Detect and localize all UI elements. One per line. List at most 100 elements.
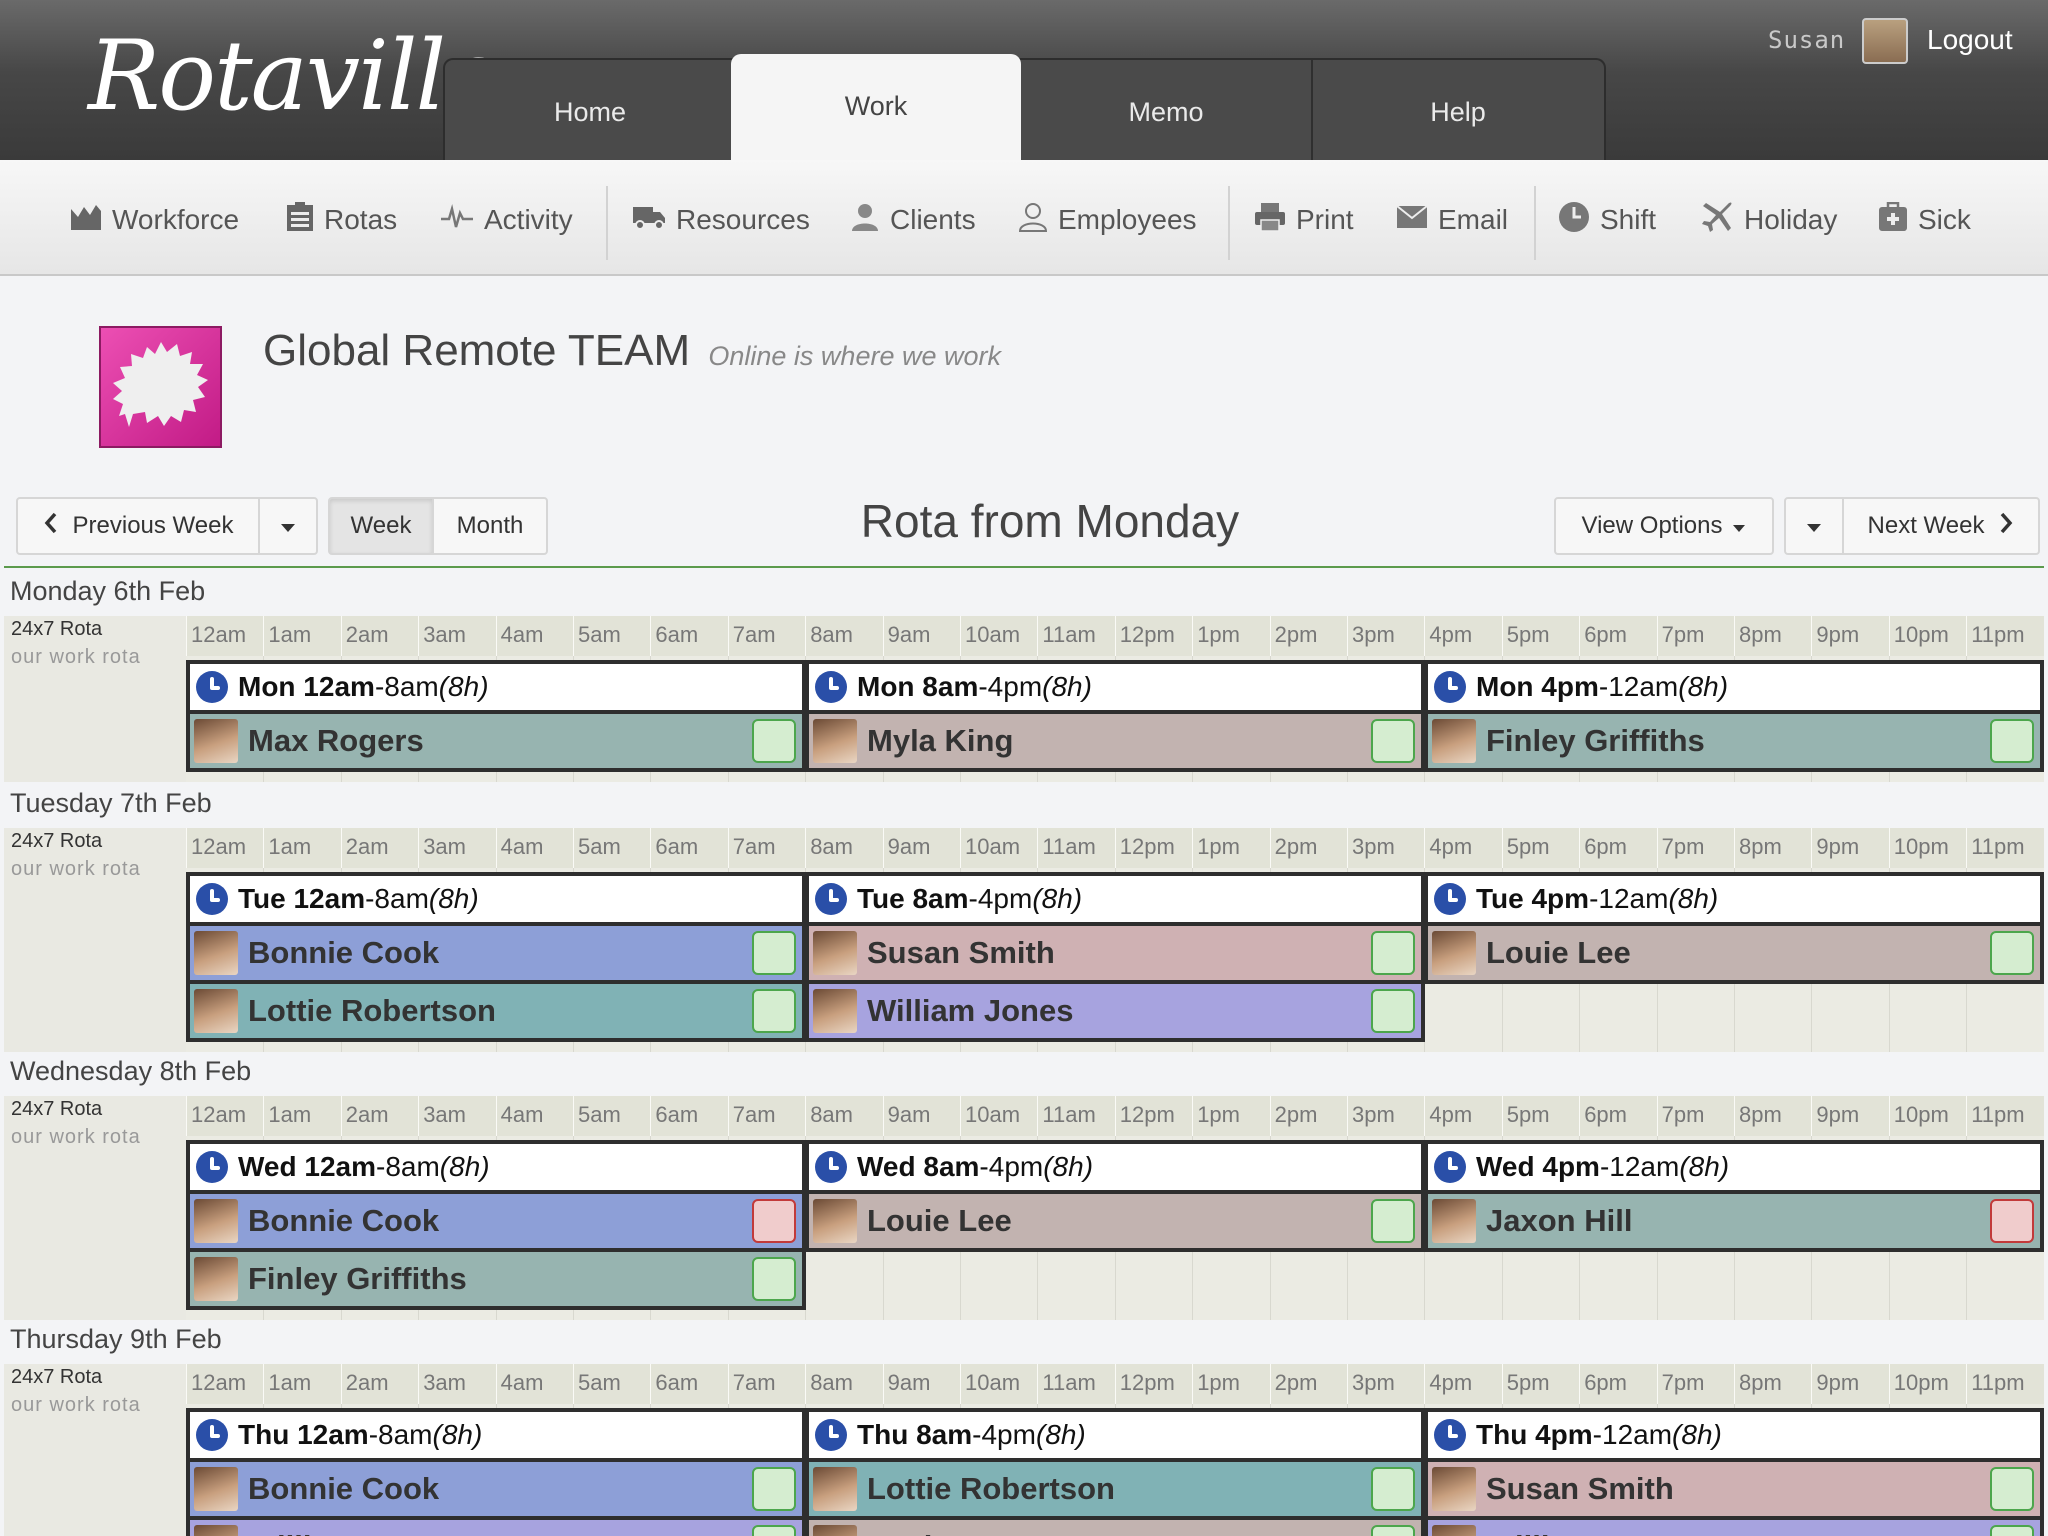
employee-name[interactable]: Jaxon Hill — [1486, 1203, 1632, 1239]
confirm-checkbox[interactable] — [1990, 1467, 2034, 1511]
shift-header[interactable]: Wed 12am -8am (8h) — [190, 1144, 802, 1190]
employee-name[interactable]: William Jones — [248, 1529, 454, 1536]
shift-header[interactable]: Wed 4pm -12am (8h) — [1428, 1144, 2040, 1190]
employee-assignment[interactable]: Lottie Robertson — [809, 1462, 1421, 1516]
confirm-checkbox[interactable] — [1990, 931, 2034, 975]
employee-name[interactable]: William Jones — [867, 993, 1073, 1029]
employee-name[interactable]: Bonnie Cook — [248, 1471, 439, 1507]
employee-name[interactable]: Lottie Robertson — [248, 993, 496, 1029]
logout-link[interactable]: Logout — [1927, 24, 2013, 56]
shift-header[interactable]: Mon 8am -4pm (8h) — [809, 664, 1421, 710]
employee-name[interactable]: Louie Lee — [867, 1529, 1012, 1536]
user-name[interactable]: Susan — [1768, 26, 1845, 54]
employee-assignment[interactable]: Jaxon Hill — [1428, 1194, 2040, 1248]
confirm-checkbox[interactable] — [1371, 719, 1415, 763]
employee-name[interactable]: Bonnie Cook — [248, 935, 439, 971]
shift-card[interactable]: Thu 4pm-12am (8h) Susan Smith William Jone… — [1424, 1408, 2044, 1536]
shift-header[interactable]: Mon 4pm -12am (8h) — [1428, 664, 2040, 710]
confirm-checkbox[interactable] — [1371, 1525, 1415, 1536]
previous-week-button[interactable]: Previous Week — [16, 497, 260, 555]
shift-card[interactable]: Wed 8am -4pm (8h) Louie Lee — [805, 1140, 1425, 1252]
employee-name[interactable]: Finley Griffiths — [1486, 723, 1705, 759]
tab-work[interactable]: Work — [731, 54, 1021, 162]
employee-name[interactable]: Finley Griffiths — [248, 1261, 467, 1297]
shift-card[interactable]: Mon 4pm -12am (8h) Finley Griffiths — [1424, 660, 2044, 772]
employee-name[interactable]: Louie Lee — [867, 1203, 1012, 1239]
tab-home[interactable]: Home — [445, 60, 735, 162]
rota-name[interactable]: 24x7 Rota — [11, 830, 102, 853]
toolbar-workforce[interactable]: Workforce — [70, 200, 239, 240]
employee-assignment[interactable]: Max Rogers — [190, 714, 802, 768]
tab-help[interactable]: Help — [1313, 60, 1603, 162]
tab-memo[interactable]: Memo — [1021, 60, 1311, 162]
rota-name[interactable]: 24x7 Rota — [11, 1366, 102, 1389]
view-options-button[interactable]: View Options — [1554, 497, 1774, 555]
shift-card[interactable]: Mon 12am -8am (8h) Max Rogers — [186, 660, 806, 772]
toolbar-holiday[interactable]: Holiday — [1700, 200, 1837, 240]
employee-assignment[interactable]: Susan Smith — [809, 926, 1421, 980]
toolbar-clients[interactable]: Clients — [850, 200, 976, 240]
employee-name[interactable]: Susan Smith — [867, 935, 1055, 971]
rota-name[interactable]: 24x7 Rota — [11, 1098, 102, 1121]
confirm-checkbox[interactable] — [1990, 1525, 2034, 1536]
confirm-checkbox[interactable] — [1371, 1467, 1415, 1511]
toolbar-activity[interactable]: Activity — [440, 200, 573, 240]
employee-name[interactable]: Lottie Robertson — [867, 1471, 1115, 1507]
confirm-checkbox[interactable] — [752, 1467, 796, 1511]
shift-header[interactable]: Wed 8am -4pm (8h) — [809, 1144, 1421, 1190]
shift-header[interactable]: Tue 12am -8am (8h) — [190, 876, 802, 922]
employee-assignment[interactable]: Bonnie Cook — [190, 1462, 802, 1516]
confirm-checkbox[interactable] — [752, 931, 796, 975]
employee-name[interactable]: Louie Lee — [1486, 935, 1631, 971]
toolbar-employees[interactable]: Employees — [1018, 200, 1197, 240]
shift-card[interactable]: Thu 8am-4pm (8h) Lottie Robertson Louie Le… — [805, 1408, 1425, 1536]
app-logo[interactable]: Rotaville — [88, 20, 501, 132]
user-avatar[interactable] — [1862, 18, 1908, 64]
shift-card[interactable]: Tue 8am -4pm (8h) Susan Smith William Jones — [805, 872, 1425, 1042]
toolbar-sick[interactable]: Sick — [1878, 200, 1971, 240]
employee-assignment[interactable]: William Jones — [1428, 1520, 2040, 1536]
employee-assignment[interactable]: Lottie Robertson — [190, 984, 802, 1038]
employee-assignment[interactable]: Finley Griffiths — [1428, 714, 2040, 768]
employee-assignment[interactable]: Bonnie Cook — [190, 1194, 802, 1248]
shift-header[interactable]: Thu 8am -4pm (8h) — [809, 1412, 1421, 1458]
employee-assignment[interactable]: Finley Griffiths — [190, 1252, 802, 1306]
toolbar-email[interactable]: Email — [1396, 200, 1508, 240]
shift-header[interactable]: Tue 4pm -12am (8h) — [1428, 876, 2040, 922]
employee-assignment[interactable]: Louie Lee — [809, 1194, 1421, 1248]
confirm-checkbox[interactable] — [752, 1525, 796, 1536]
shift-card[interactable]: Thu 12am-8am (8h) Bonnie Cook William Jone… — [186, 1408, 806, 1536]
confirm-checkbox[interactable] — [1371, 1199, 1415, 1243]
employee-assignment[interactable]: Louie Lee — [809, 1520, 1421, 1536]
toolbar-print[interactable]: Print — [1254, 200, 1354, 240]
confirm-checkbox[interactable] — [1990, 719, 2034, 763]
confirm-checkbox[interactable] — [752, 719, 796, 763]
shift-card[interactable]: Wed 4pm -12am (8h) Jaxon Hill — [1424, 1140, 2044, 1252]
employee-name[interactable]: William Jones — [1486, 1529, 1692, 1536]
shift-card[interactable]: Mon 8am -4pm (8h) Myla King — [805, 660, 1425, 772]
employee-assignment[interactable]: Louie Lee — [1428, 926, 2040, 980]
week-view-button[interactable]: Week — [328, 497, 434, 555]
employee-name[interactable]: Max Rogers — [248, 723, 424, 759]
confirm-checkbox[interactable] — [1371, 989, 1415, 1033]
rota-name[interactable]: 24x7 Rota — [11, 618, 102, 641]
employee-name[interactable]: Bonnie Cook — [248, 1203, 439, 1239]
confirm-checkbox[interactable] — [752, 1199, 796, 1243]
employee-name[interactable]: Myla King — [867, 723, 1013, 759]
toolbar-resources[interactable]: Resources — [632, 200, 810, 240]
confirm-checkbox[interactable] — [1990, 1199, 2034, 1243]
employee-assignment[interactable]: Bonnie Cook — [190, 926, 802, 980]
confirm-checkbox[interactable] — [752, 989, 796, 1033]
next-week-dropdown[interactable] — [1784, 497, 1844, 555]
shift-header[interactable]: Mon 12am -8am (8h) — [190, 664, 802, 710]
employee-assignment[interactable]: William Jones — [809, 984, 1421, 1038]
shift-header[interactable]: Tue 8am -4pm (8h) — [809, 876, 1421, 922]
toolbar-shift[interactable]: Shift — [1558, 200, 1656, 240]
employee-assignment[interactable]: Susan Smith — [1428, 1462, 2040, 1516]
employee-name[interactable]: Susan Smith — [1486, 1471, 1674, 1507]
shift-card[interactable]: Tue 12am -8am (8h) Bonnie Cook Lottie Rober… — [186, 872, 806, 1042]
confirm-checkbox[interactable] — [1371, 931, 1415, 975]
next-week-button[interactable]: Next Week — [1842, 497, 2040, 555]
confirm-checkbox[interactable] — [752, 1257, 796, 1301]
shift-header[interactable]: Thu 4pm -12am (8h) — [1428, 1412, 2040, 1458]
